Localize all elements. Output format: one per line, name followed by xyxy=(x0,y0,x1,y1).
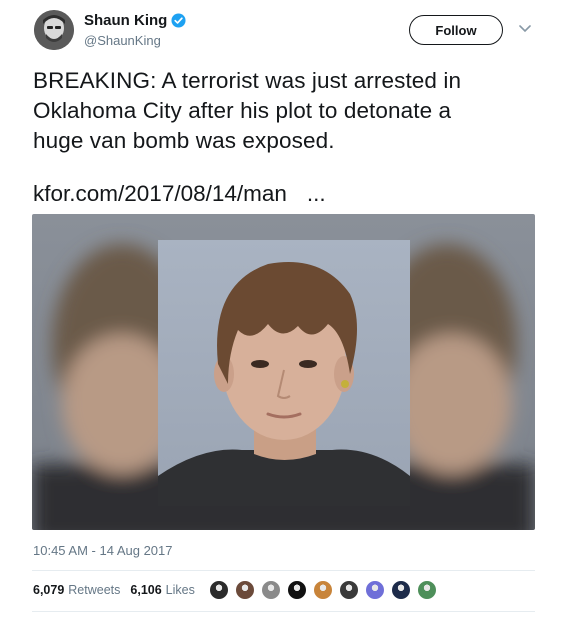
liker-avatar[interactable] xyxy=(209,580,229,600)
user-name-row: Shaun King xyxy=(84,12,186,29)
tweet-timestamp[interactable]: 10:45 AM - 14 Aug 2017 xyxy=(33,543,173,558)
liker-avatar[interactable] xyxy=(261,580,281,600)
liker-avatar[interactable] xyxy=(313,580,333,600)
liker-avatar[interactable] xyxy=(365,580,385,600)
divider xyxy=(32,570,535,571)
avatar-face-icon xyxy=(34,10,74,50)
liker-avatar[interactable] xyxy=(339,580,359,600)
user-avatar[interactable] xyxy=(34,10,74,50)
liker-avatar[interactable] xyxy=(417,580,437,600)
liker-avatar[interactable] xyxy=(391,580,411,600)
link-ellipsis: ... xyxy=(306,181,326,206)
user-name[interactable]: Shaun King xyxy=(84,12,167,29)
chevron-down-icon[interactable] xyxy=(519,24,531,34)
divider xyxy=(32,611,535,612)
follow-button[interactable]: Follow xyxy=(409,15,503,45)
retweets-label[interactable]: Retweets xyxy=(68,583,120,597)
retweets-count[interactable]: 6,079 xyxy=(33,583,64,597)
tweet-line: BREAKING: A terrorist was just arrested … xyxy=(33,68,462,93)
likes-count[interactable]: 6,106 xyxy=(130,583,161,597)
likers-avatar-list xyxy=(209,580,443,600)
likes-label[interactable]: Likes xyxy=(166,583,195,597)
tweet-link-line: kfor.com/2017/08/14/man... xyxy=(33,179,326,209)
user-handle[interactable]: @ShaunKing xyxy=(84,33,161,48)
tweet-line: Oklahoma City after his plot to detonate… xyxy=(33,98,452,123)
mugshot-photo xyxy=(32,214,535,530)
tweet-line: huge van bomb was exposed. xyxy=(33,128,335,153)
tweet-text: BREAKING: A terrorist was just arrested … xyxy=(33,66,533,156)
liker-avatar[interactable] xyxy=(287,580,307,600)
verified-badge-icon xyxy=(171,13,186,28)
tweet-media-image[interactable] xyxy=(32,214,535,530)
tweet-link[interactable]: kfor.com/2017/08/14/man xyxy=(33,181,287,206)
tweet-stats: 6,079 Retweets 6,106 Likes xyxy=(33,583,195,597)
liker-avatar[interactable] xyxy=(235,580,255,600)
